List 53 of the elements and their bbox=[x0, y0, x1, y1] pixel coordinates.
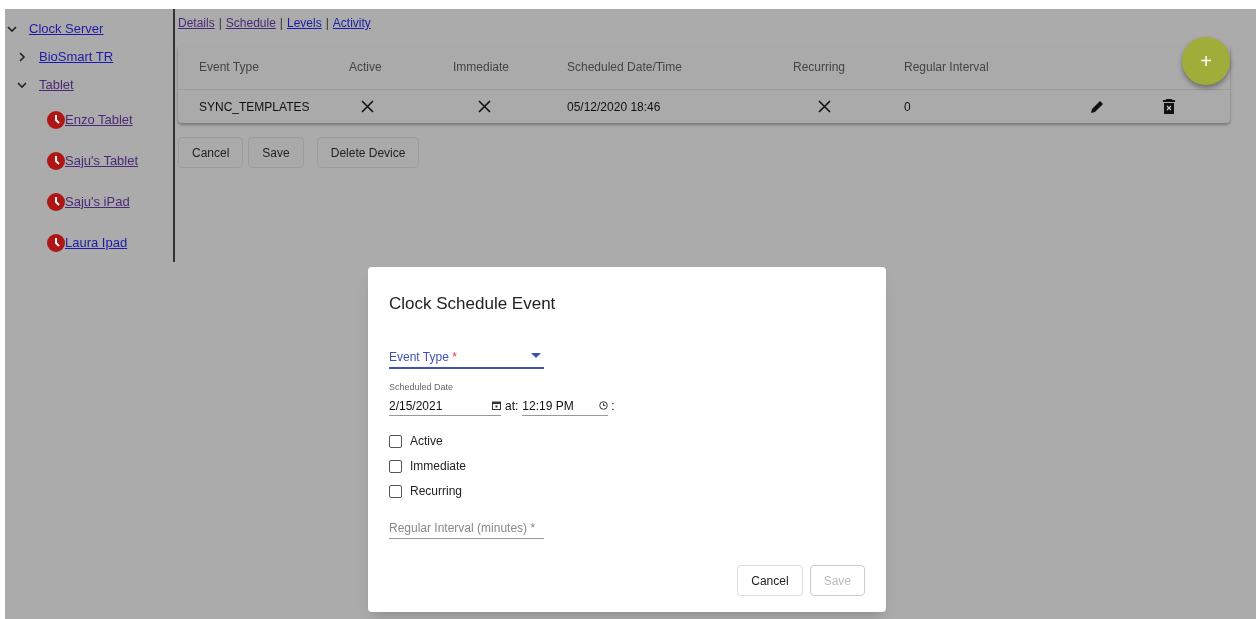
tab-link[interactable]: Schedule bbox=[225, 14, 276, 32]
interval-field[interactable]: Regular Interval (minutes) * bbox=[389, 517, 544, 539]
action-button[interactable]: Delete Device bbox=[316, 137, 420, 168]
time-field[interactable]: 12:19 PM bbox=[522, 396, 609, 416]
dialog-button[interactable]: Cancel bbox=[737, 565, 803, 596]
trash-icon[interactable] bbox=[1163, 99, 1175, 114]
tab-link[interactable]: Levels bbox=[287, 14, 322, 32]
checkbox[interactable] bbox=[389, 434, 402, 448]
action-button[interactable]: Cancel bbox=[178, 137, 244, 168]
tree-link[interactable]: Enzo Tablet bbox=[65, 109, 133, 130]
clock-icon bbox=[599, 401, 609, 410]
checkbox[interactable] bbox=[389, 459, 402, 473]
column-header: Active bbox=[349, 59, 383, 76]
column-header: Regular Interval bbox=[904, 59, 990, 76]
pencil-icon[interactable] bbox=[1089, 98, 1105, 115]
tree-link[interactable]: BioSmart TR bbox=[39, 47, 114, 67]
link-separator: | bbox=[325, 15, 329, 32]
clock-icon bbox=[47, 151, 65, 170]
chevron-right-icon[interactable] bbox=[17, 52, 27, 62]
tree-link[interactable]: Tablet bbox=[39, 75, 74, 95]
tree-link[interactable]: Saju's Tablet bbox=[65, 150, 139, 171]
column-header: Event Type bbox=[199, 59, 260, 76]
dialog-title: Clock Schedule Event bbox=[389, 293, 557, 315]
tree-link[interactable]: Laura Ipad bbox=[65, 232, 128, 253]
column-header: Immediate bbox=[453, 59, 511, 76]
table-cell-text: 05/12/2020 18:46 bbox=[567, 98, 662, 116]
tree-link[interactable]: Saju's iPad bbox=[65, 191, 130, 212]
clock-icon bbox=[47, 233, 65, 252]
clock-icon bbox=[47, 110, 65, 129]
link-separator: | bbox=[218, 15, 222, 32]
table-cell-text: 0 bbox=[904, 98, 912, 116]
chevron-down-icon[interactable] bbox=[17, 80, 27, 90]
clock-icon bbox=[47, 192, 65, 211]
time-suffix: : bbox=[611, 398, 615, 415]
table-cell-text: SYNC_TEMPLATES bbox=[199, 98, 311, 116]
checkbox-label: Recurring bbox=[410, 483, 463, 500]
field-label: Scheduled Date bbox=[389, 380, 455, 394]
action-button[interactable]: Save bbox=[248, 137, 304, 168]
column-header: Recurring bbox=[793, 59, 847, 76]
date-field[interactable]: 2/15/2021 bbox=[389, 396, 501, 416]
chevron-down-icon[interactable] bbox=[7, 24, 17, 34]
link-separator: | bbox=[279, 15, 283, 32]
checkbox-label: Active bbox=[410, 433, 443, 450]
calendar-icon bbox=[492, 401, 501, 410]
tab-link[interactable]: Activity bbox=[332, 14, 371, 32]
checkbox[interactable] bbox=[389, 484, 402, 498]
dropdown-arrow-icon bbox=[531, 352, 541, 359]
checkbox-label: Immediate bbox=[410, 458, 467, 475]
event-type-select[interactable]: Event Type * bbox=[389, 347, 544, 369]
tree-link[interactable]: Clock Server bbox=[29, 19, 104, 39]
column-header: Scheduled Date/Time bbox=[567, 59, 683, 76]
tab-link[interactable]: Details bbox=[178, 14, 215, 32]
at-label: at: bbox=[505, 398, 519, 415]
